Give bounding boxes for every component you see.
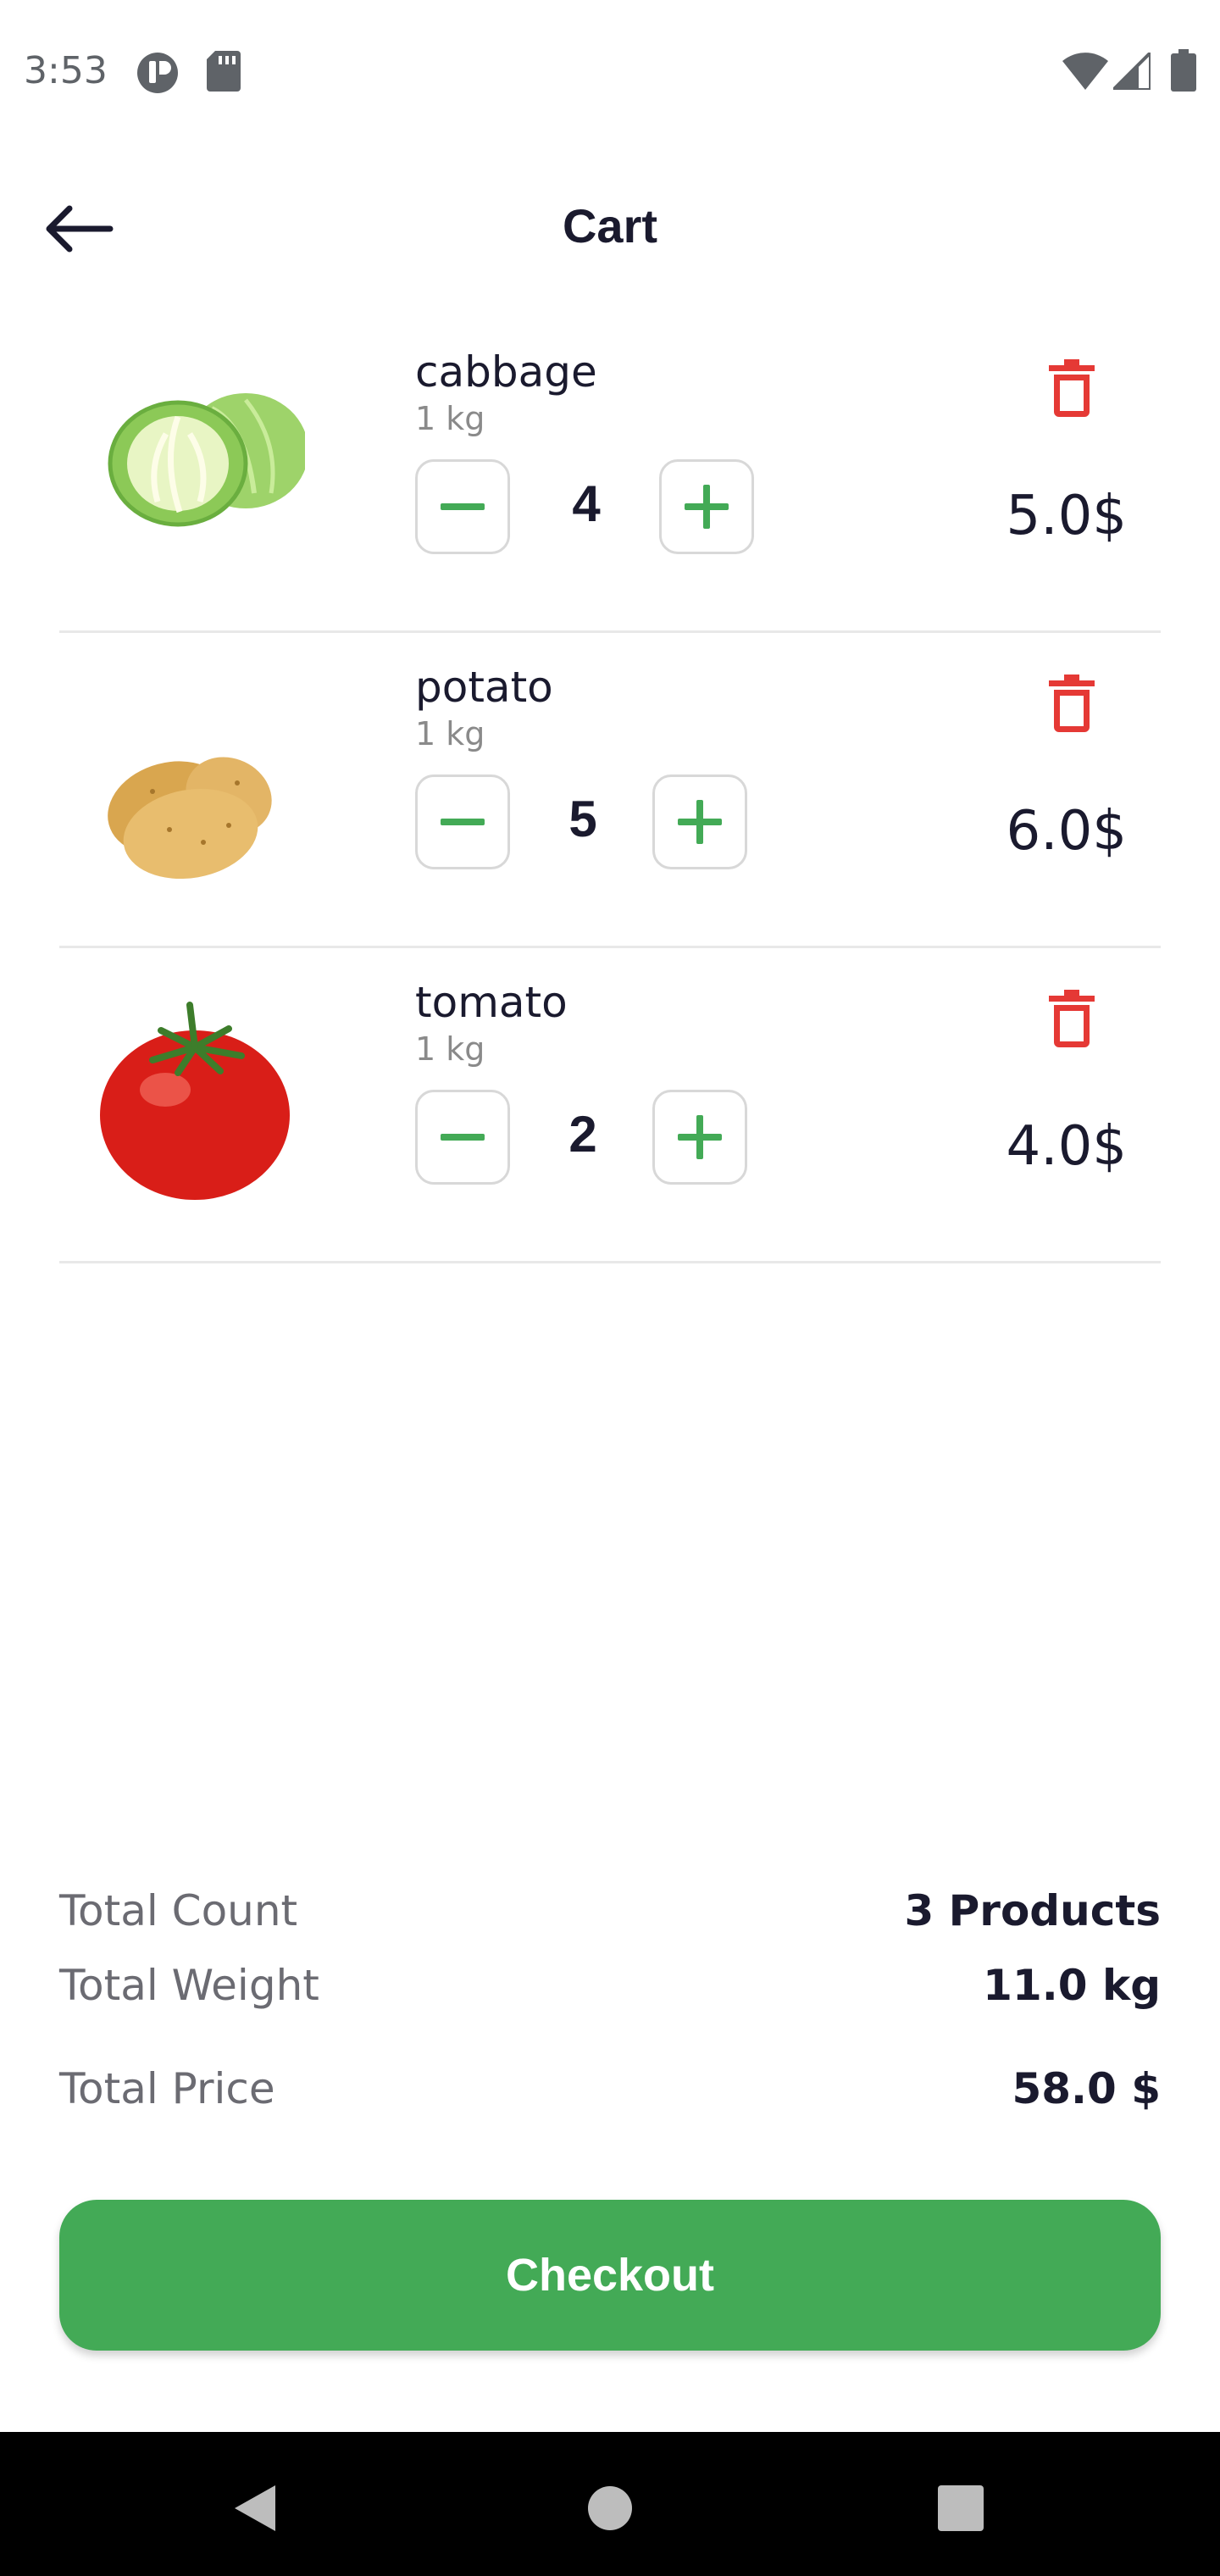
app-header: Cart bbox=[0, 169, 1220, 288]
total-weight-value: 11.0 kg bbox=[983, 1961, 1161, 2010]
plus-icon bbox=[685, 485, 729, 529]
minus-icon bbox=[441, 1134, 485, 1141]
item-name: cabbage bbox=[415, 347, 597, 397]
system-nav-bar bbox=[0, 2432, 1220, 2576]
decrease-quantity-button[interactable] bbox=[415, 774, 510, 869]
cellular-signal-icon bbox=[1109, 48, 1152, 94]
total-price-value: 58.0 $ bbox=[1012, 2064, 1161, 2113]
minus-icon bbox=[441, 819, 485, 825]
cabbage-image bbox=[85, 366, 308, 569]
quantity-value: 4 bbox=[572, 475, 601, 532]
quantity-value: 5 bbox=[568, 791, 597, 847]
item-unit: 1 kg bbox=[415, 400, 485, 437]
item-unit: 1 kg bbox=[415, 1030, 485, 1068]
notification-icon bbox=[136, 51, 180, 99]
total-weight-row: Total Weight 11.0 kg bbox=[59, 1961, 1161, 2020]
quantity-value: 2 bbox=[568, 1106, 597, 1163]
trash-icon bbox=[1049, 675, 1095, 732]
delete-item-button[interactable] bbox=[1042, 354, 1101, 422]
potato-image bbox=[85, 681, 305, 885]
plus-icon bbox=[678, 1115, 722, 1159]
delete-item-button[interactable] bbox=[1042, 669, 1101, 737]
home-nav-icon bbox=[588, 2486, 632, 2530]
increase-quantity-button[interactable] bbox=[652, 1090, 747, 1185]
plus-icon bbox=[678, 800, 722, 844]
increase-quantity-button[interactable] bbox=[652, 774, 747, 869]
cart-item: tomato 1 kg 2 4.0$ bbox=[59, 946, 1161, 1263]
delete-item-button[interactable] bbox=[1042, 985, 1101, 1052]
trash-icon bbox=[1049, 359, 1095, 417]
back-nav-button[interactable] bbox=[220, 2474, 288, 2542]
decrease-quantity-button[interactable] bbox=[415, 1090, 510, 1185]
total-weight-label: Total Weight bbox=[59, 1961, 319, 2010]
item-unit: 1 kg bbox=[415, 715, 485, 752]
minus-icon bbox=[441, 503, 485, 510]
wifi-icon bbox=[1062, 53, 1108, 94]
total-count-value: 3 Products bbox=[904, 1886, 1161, 1935]
item-name: tomato bbox=[415, 978, 568, 1027]
trash-icon bbox=[1049, 990, 1095, 1047]
total-count-label: Total Count bbox=[59, 1886, 298, 1935]
total-price-row: Total Price 58.0 $ bbox=[59, 2064, 1161, 2124]
item-price: 5.0$ bbox=[1006, 485, 1128, 547]
recents-nav-icon bbox=[938, 2485, 984, 2531]
battery-icon bbox=[1171, 49, 1196, 96]
total-price-label: Total Price bbox=[59, 2064, 275, 2113]
tomato-image bbox=[85, 997, 305, 1200]
recents-nav-button[interactable] bbox=[927, 2474, 995, 2542]
item-name: potato bbox=[415, 663, 553, 712]
home-nav-button[interactable] bbox=[576, 2474, 644, 2542]
item-price: 4.0$ bbox=[1006, 1115, 1128, 1178]
increase-quantity-button[interactable] bbox=[659, 459, 754, 554]
decrease-quantity-button[interactable] bbox=[415, 459, 510, 554]
page-title: Cart bbox=[562, 199, 658, 253]
cart-item: potato 1 kg 5 6.0$ bbox=[59, 630, 1161, 948]
status-bar: 3:53 bbox=[0, 0, 1220, 144]
cart-item: cabbage 1 kg 4 5.0$ bbox=[59, 315, 1161, 633]
back-nav-icon bbox=[235, 2485, 275, 2531]
status-time: 3:53 bbox=[24, 49, 108, 92]
sd-card-icon bbox=[207, 51, 241, 96]
checkout-button[interactable]: Checkout bbox=[59, 2200, 1161, 2351]
item-price: 6.0$ bbox=[1006, 800, 1128, 863]
total-count-row: Total Count 3 Products bbox=[59, 1886, 1161, 1946]
